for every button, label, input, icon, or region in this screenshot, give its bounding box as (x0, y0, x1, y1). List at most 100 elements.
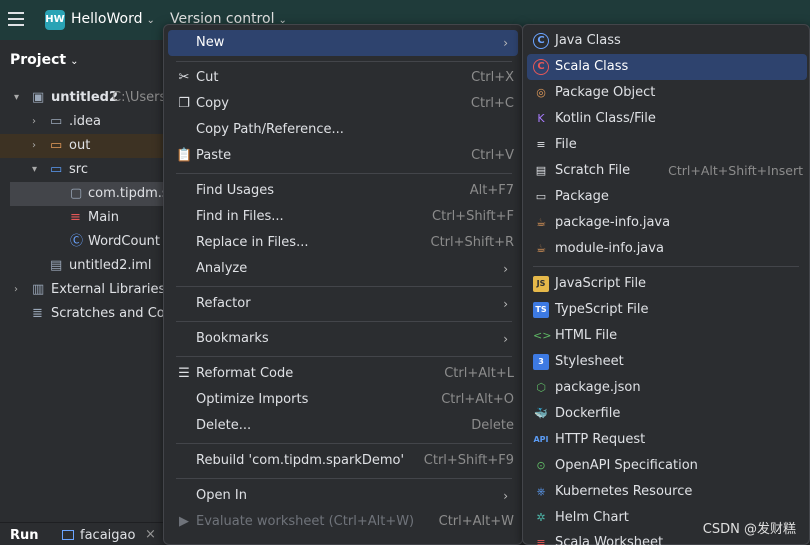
menu-item-label: Find Usages (196, 183, 275, 198)
menu-item-copy[interactable]: ❐ Copy Ctrl+C (168, 91, 518, 117)
menu-item-refactor[interactable]: Refactor › (168, 291, 518, 317)
tree-item-iml[interactable]: ▤ untitled2.iml (0, 254, 165, 278)
chevron-down-icon[interactable]: ▾ (32, 158, 37, 182)
tree-item-label: WordCount (88, 234, 161, 249)
menu-item-label: Paste (196, 148, 232, 163)
paste-icon: 📋 (176, 148, 193, 163)
submenu-item-http-request[interactable]: API HTTP Request (527, 427, 807, 453)
submenu-item-javascript[interactable]: JS JavaScript File (527, 271, 807, 297)
menu-item-analyze[interactable]: Analyze › (168, 256, 518, 282)
tree-item-untitled2[interactable]: ▾ ▣ untitled2 C:\Users\ (0, 86, 165, 110)
menu-item-bookmarks[interactable]: Bookmarks › (168, 326, 518, 352)
tree-item-external-libraries[interactable]: › ▥ External Libraries (0, 278, 165, 302)
package-icon: ▢ (70, 186, 83, 201)
menu-item-copy-path[interactable]: Copy Path/Reference... (168, 117, 518, 143)
scala-icon: ≡ (70, 210, 81, 225)
chevron-right-icon[interactable]: › (14, 278, 18, 302)
submenu-item-module-info[interactable]: ☕ module-info.java (527, 236, 807, 262)
scala-worksheet-icon: ≡ (536, 536, 546, 545)
tree-item-label: out (69, 138, 91, 153)
submenu-item-label: Java Class (555, 33, 621, 48)
scratch-file-icon: ▤ (535, 164, 547, 177)
close-icon[interactable]: × (145, 527, 156, 542)
submenu-item-dockerfile[interactable]: 🐳 Dockerfile (527, 401, 807, 427)
project-badge: HW (45, 10, 65, 30)
menu-item-reformat-code[interactable]: ☰ Reformat Code Ctrl+Alt+L (168, 361, 518, 387)
package-object-icon: ◎ (536, 86, 546, 99)
menu-item-shortcut: Ctrl+Shift+F (432, 209, 514, 224)
menu-divider (176, 173, 512, 174)
menu-divider (176, 61, 512, 62)
tree-item-label: .idea (69, 114, 101, 129)
menu-item-cut[interactable]: ✂ Cut Ctrl+X (168, 65, 518, 91)
html-icon: <> (533, 329, 552, 342)
submenu-item-package-info[interactable]: ☕ package-info.java (527, 210, 807, 236)
helm-icon: ✲ (536, 511, 546, 524)
chevron-right-icon: › (503, 489, 508, 503)
run-tool-window-title[interactable]: Run (10, 528, 39, 543)
submenu-item-openapi[interactable]: ⊙ OpenAPI Specification (527, 453, 807, 479)
chevron-right-icon[interactable]: › (32, 134, 36, 158)
menu-item-delete[interactable]: Delete... Delete (168, 413, 518, 439)
submenu-item-package-json[interactable]: ⬡ package.json (527, 375, 807, 401)
chevron-right-icon: › (503, 297, 508, 311)
tree-item-out[interactable]: › ▭ out (0, 134, 165, 158)
css-icon: 3 (533, 354, 549, 370)
tree-item-wordcount[interactable]: Ⓒ WordCount (0, 230, 165, 254)
submenu-item-label: Kubernetes Resource (555, 484, 693, 499)
menu-item-label: Replace in Files... (196, 235, 309, 250)
chevron-right-icon: › (503, 36, 508, 50)
submenu-item-label: HTTP Request (555, 432, 646, 447)
chevron-right-icon[interactable]: › (32, 110, 36, 134)
project-tool-window-title[interactable]: Project ⌄ (10, 52, 78, 68)
menu-item-find-in-files[interactable]: Find in Files... Ctrl+Shift+F (168, 204, 518, 230)
kubernetes-icon: ⎈ (536, 485, 546, 498)
libraries-icon: ▥ (32, 282, 45, 297)
menu-item-shortcut: Ctrl+Alt+O (441, 392, 514, 407)
tree-item-package[interactable]: ▢ com.tipdm.s (10, 182, 165, 206)
submenu-item-stylesheet[interactable]: 3 Stylesheet (527, 349, 807, 375)
submenu-item-typescript[interactable]: TS TypeScript File (527, 297, 807, 323)
menu-item-rebuild[interactable]: Rebuild 'com.tipdm.sparkDemo' Ctrl+Shift… (168, 448, 518, 474)
reformat-icon: ☰ (178, 366, 190, 381)
submenu-item-kotlin[interactable]: K Kotlin Class/File (527, 106, 807, 132)
menu-item-find-usages[interactable]: Find Usages Alt+F7 (168, 178, 518, 204)
submenu-item-java-class[interactable]: C Java Class (527, 28, 807, 54)
menu-item-new[interactable]: New › (168, 30, 518, 56)
submenu-item-file[interactable]: ≡ File (527, 132, 807, 158)
menu-item-open-in[interactable]: Open In › (168, 483, 518, 509)
menu-item-shortcut: Ctrl+Alt+L (444, 366, 514, 381)
submenu-item-label: Kotlin Class/File (555, 111, 656, 126)
submenu-item-package[interactable]: ▭ Package (527, 184, 807, 210)
menu-item-replace-in-files[interactable]: Replace in Files... Ctrl+Shift+R (168, 230, 518, 256)
submenu-item-label: JavaScript File (555, 276, 647, 291)
menu-item-shortcut: Ctrl+X (471, 70, 514, 85)
menu-item-paste[interactable]: 📋 Paste Ctrl+V (168, 143, 518, 169)
menu-item-label: Open In (196, 488, 247, 503)
main-menu-icon[interactable] (8, 12, 24, 26)
menu-divider (176, 286, 512, 287)
submenu-item-label: Package (555, 189, 609, 204)
submenu-item-label: Helm Chart (555, 510, 629, 525)
project-switcher[interactable]: HelloWord ⌄ (71, 11, 155, 27)
tree-item-scratches[interactable]: ≣ Scratches and Con (0, 302, 165, 326)
scala-class-icon: C (533, 59, 549, 75)
submenu-item-kubernetes[interactable]: ⎈ Kubernetes Resource (527, 479, 807, 505)
submenu-item-scala-class[interactable]: C Scala Class (527, 54, 807, 80)
submenu-item-scratch-file[interactable]: ▤ Scratch File Ctrl+Alt+Shift+Insert (527, 158, 807, 184)
tree-item-idea[interactable]: › ▭ .idea (0, 110, 165, 134)
menu-item-shortcut: Ctrl+Shift+R (430, 235, 515, 250)
menu-item-shortcut: Alt+F7 (469, 183, 514, 198)
menu-item-optimize-imports[interactable]: Optimize Imports Ctrl+Alt+O (168, 387, 518, 413)
menu-item-label: New (196, 35, 225, 50)
chevron-down-icon[interactable]: ▾ (14, 86, 19, 110)
tree-item-src[interactable]: ▾ ▭ src (0, 158, 165, 182)
menu-item-shortcut: Ctrl+V (471, 148, 514, 163)
submenu-item-package-object[interactable]: ◎ Package Object (527, 80, 807, 106)
run-tab[interactable]: facaigao (62, 528, 135, 543)
submenu-item-label: Package Object (555, 85, 656, 100)
submenu-item-label: File (555, 137, 577, 152)
run-tab-label: facaigao (80, 528, 136, 543)
tree-item-main[interactable]: ≡ Main (0, 206, 165, 230)
submenu-item-html[interactable]: <> HTML File (527, 323, 807, 349)
